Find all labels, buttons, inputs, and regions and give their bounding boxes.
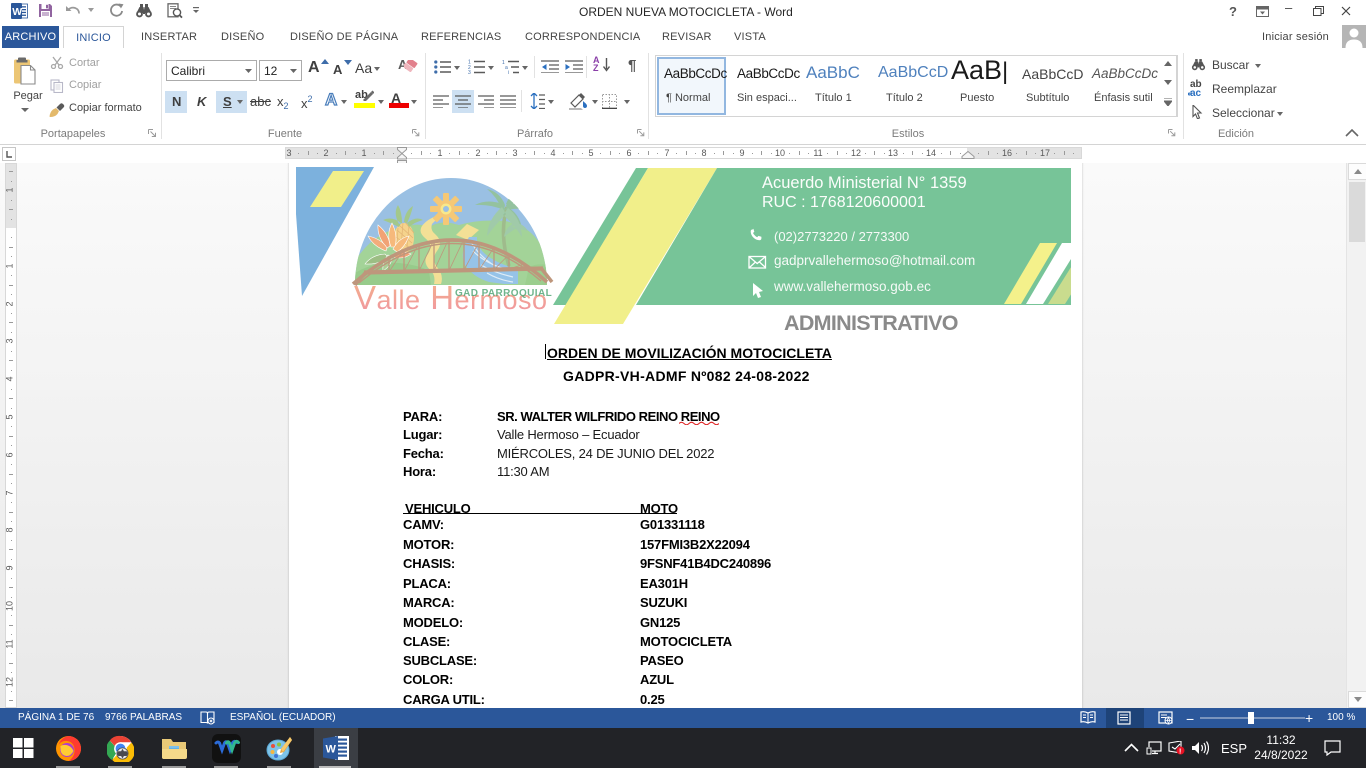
svg-text:www.vallehermoso.gob.ec: www.vallehermoso.gob.ec xyxy=(773,279,931,294)
svg-text:gadprvallehermoso@hotmail.com: gadprvallehermoso@hotmail.com xyxy=(774,253,975,268)
svg-text:Acuerdo Ministerial N° 1359: Acuerdo Ministerial N° 1359 xyxy=(762,174,967,192)
svg-text:3: 3 xyxy=(468,70,471,74)
svg-text:GAD PARROQUIAL: GAD PARROQUIAL xyxy=(455,288,552,299)
svg-text:i: i xyxy=(508,70,509,74)
svg-text:!: ! xyxy=(1179,748,1181,755)
svg-text:W: W xyxy=(326,744,337,756)
svg-text:RUC : 1768120600001: RUC : 1768120600001 xyxy=(762,194,926,211)
svg-text:(02)2773220 / 2773300: (02)2773220 / 2773300 xyxy=(774,229,909,244)
svg-text:W: W xyxy=(12,6,22,18)
